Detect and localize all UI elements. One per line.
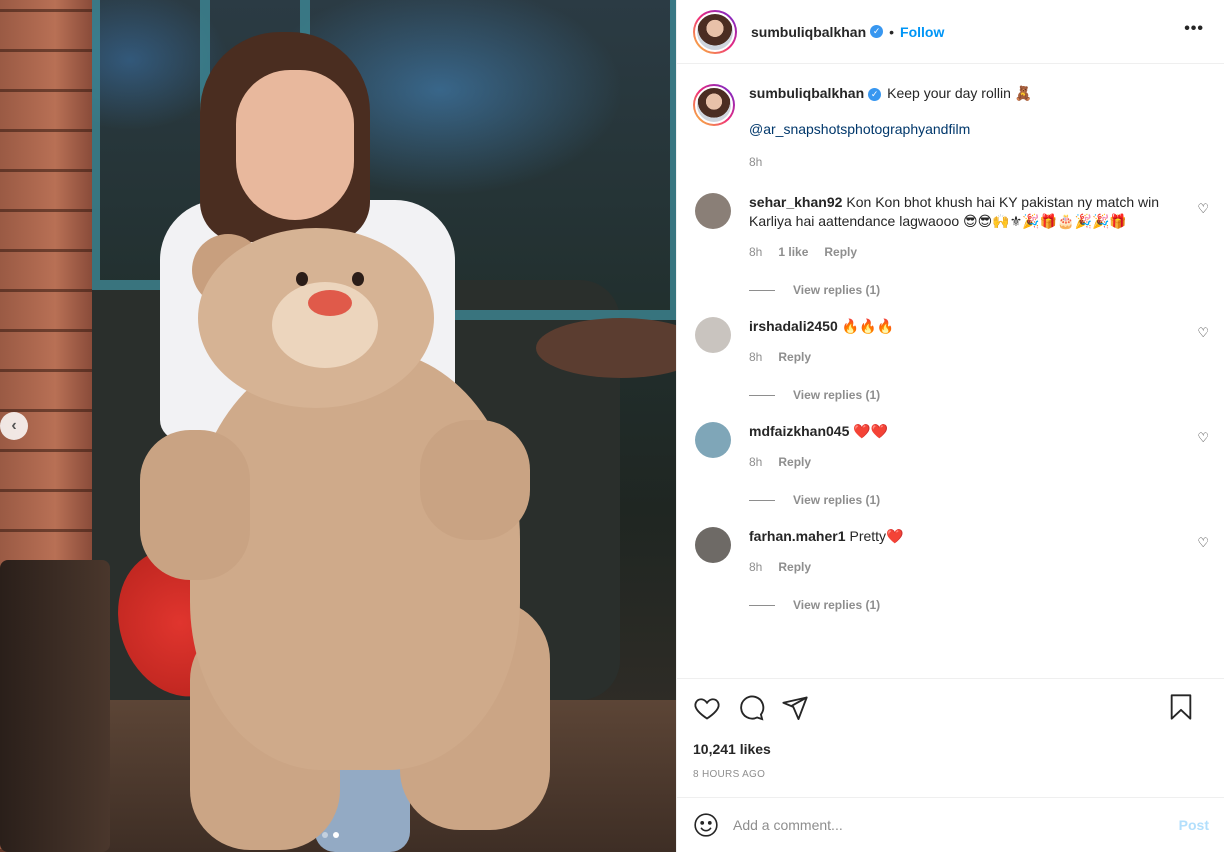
commenter-avatar[interactable] <box>695 422 731 458</box>
comment-username[interactable]: mdfaizkhan045 <box>749 423 849 439</box>
caption-mention-link[interactable]: @ar_snapshotsphotographyandfilm <box>749 121 1209 137</box>
comment-like-heart-icon[interactable]: ♡ <box>1197 325 1209 341</box>
comment-username[interactable]: sehar_khan92 <box>749 194 842 210</box>
comment-username[interactable]: irshadali2450 <box>749 318 838 334</box>
teddy-arm <box>140 430 250 580</box>
comment-item: irshadali2450 🔥🔥🔥 8h Reply View replies (… <box>693 317 1209 402</box>
commenter-avatar[interactable] <box>695 317 731 353</box>
comment-time: 8h <box>749 560 763 574</box>
comment-likes[interactable]: 1 like <box>778 245 808 259</box>
view-replies-button[interactable]: View replies (1) <box>749 598 1179 612</box>
comment-bubble-icon[interactable] <box>737 694 765 722</box>
author-username[interactable]: sumbuliqbalkhan <box>751 24 866 40</box>
reply-button[interactable]: Reply <box>778 455 811 469</box>
teddy-nose <box>308 290 352 316</box>
verified-badge-icon: ✓ <box>870 25 884 38</box>
carousel-indicator <box>322 832 339 838</box>
carousel-dot-active <box>333 832 339 838</box>
comment-input[interactable] <box>733 817 1179 833</box>
post-side-panel: sumbuliqbalkhan ✓ • Follow ••• sumbuliqb… <box>676 0 1224 852</box>
verified-badge-icon: ✓ <box>868 87 882 101</box>
reply-button[interactable]: Reply <box>824 245 857 259</box>
comment-like-heart-icon[interactable]: ♡ <box>1197 535 1209 551</box>
carousel-prev-button[interactable]: ‹ <box>0 412 28 440</box>
like-heart-icon[interactable] <box>693 694 721 722</box>
view-replies-button[interactable]: View replies (1) <box>749 283 1179 297</box>
comment-like-heart-icon[interactable]: ♡ <box>1197 430 1209 446</box>
commenter-avatar[interactable] <box>695 527 731 563</box>
likes-count[interactable]: 10,241 likes <box>693 741 1209 757</box>
teddy-eye <box>296 272 308 286</box>
caption-time: 8h <box>749 155 763 169</box>
emoji-icon[interactable] <box>693 812 719 838</box>
person-face <box>236 70 354 220</box>
post-header: sumbuliqbalkhan ✓ • Follow ••• <box>677 0 1224 64</box>
comment-text: 🔥🔥🔥 <box>841 318 895 334</box>
comment-like-heart-icon[interactable]: ♡ <box>1197 201 1209 217</box>
add-comment-bar: Post <box>677 797 1224 852</box>
caption-avatar[interactable] <box>693 84 735 126</box>
save-bookmark-icon[interactable] <box>1167 693 1195 721</box>
caption-text: Keep your day rollin 🧸 <box>887 85 1033 101</box>
comments-list[interactable]: sumbuliqbalkhan ✓ Keep your day rollin 🧸 @… <box>677 64 1224 678</box>
carousel-dot <box>322 832 328 838</box>
comment-text: Pretty❤️ <box>849 528 904 544</box>
comment-time: 8h <box>749 245 763 259</box>
chevron-left-icon: ‹ <box>11 417 17 434</box>
caption-username[interactable]: sumbuliqbalkhan <box>749 85 864 101</box>
comment-item: mdfaizkhan045 ❤️❤️ 8h Reply View replies … <box>693 422 1209 507</box>
reply-button[interactable]: Reply <box>778 560 811 574</box>
comment-item: sehar_khan92 Kon Kon bhot khush hai KY pa… <box>693 193 1209 297</box>
view-replies-button[interactable]: View replies (1) <box>749 388 1179 402</box>
comment-item: farhan.maher1 Pretty❤️ 8h Reply View repl… <box>693 527 1209 612</box>
view-replies-button[interactable]: View replies (1) <box>749 493 1179 507</box>
teddy-arm <box>420 420 530 540</box>
more-options-icon[interactable]: ••• <box>1184 20 1204 38</box>
post-photo[interactable]: ‹ <box>0 0 676 852</box>
comment-time: 8h <box>749 350 763 364</box>
comment-text: ❤️❤️ <box>853 423 889 439</box>
background-stool <box>0 560 110 852</box>
post-actions: 10,241 likes 8 HOURS AGO <box>677 678 1224 780</box>
share-send-icon[interactable] <box>781 694 809 722</box>
author-avatar[interactable] <box>693 9 737 54</box>
comment-time: 8h <box>749 455 763 469</box>
teddy-eye <box>352 272 364 286</box>
comment-username[interactable]: farhan.maher1 <box>749 528 845 544</box>
post-caption: sumbuliqbalkhan ✓ Keep your day rollin 🧸 @… <box>693 64 1209 169</box>
post-timestamp: 8 HOURS AGO <box>693 769 766 780</box>
follow-button[interactable]: Follow <box>900 24 944 40</box>
post-comment-button[interactable]: Post <box>1179 817 1209 833</box>
commenter-avatar[interactable] <box>695 193 731 229</box>
reply-button[interactable]: Reply <box>778 350 811 364</box>
separator-dot: • <box>889 23 895 40</box>
